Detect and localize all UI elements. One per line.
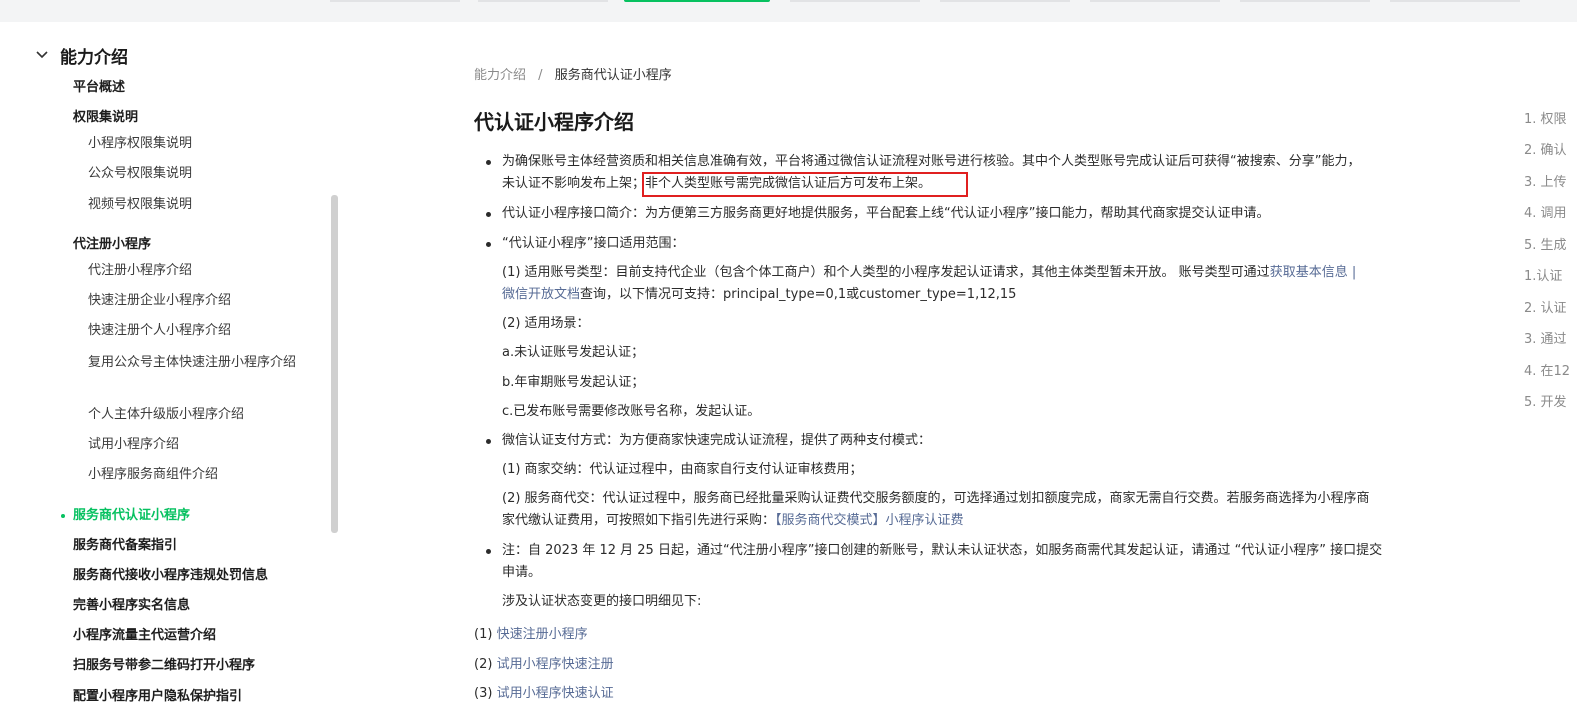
sidebar-item-platform-overview[interactable]: 平台概述	[73, 79, 125, 97]
active-dot-icon	[61, 514, 65, 518]
sidebar-item-proxy-verification[interactable]: 服务商代认证小程序	[61, 507, 191, 525]
bullet-dot-icon	[486, 439, 491, 444]
toc-item[interactable]: 3. 上传	[1524, 171, 1567, 190]
sidebar-item-violation-info[interactable]: 服务商代接收小程序违规处罚信息	[73, 567, 268, 585]
paragraph-notice: 注：自 2023 年 12 月 25 日起，通过“代注册小程序”接口创建的新账号…	[502, 540, 1442, 584]
breadcrumb-current: 服务商代认证小程序	[554, 68, 672, 83]
toc-item[interactable]: 2. 确认	[1524, 139, 1567, 158]
fast-register-link[interactable]: 快速注册小程序	[497, 627, 588, 642]
toc-item[interactable]: 2. 认证	[1524, 297, 1567, 316]
page-title: 代认证小程序介绍	[474, 110, 634, 134]
sidebar-item-miniprogram-permissions[interactable]: 小程序权限集说明	[88, 135, 192, 153]
sidebar-item-provider-components[interactable]: 小程序服务商组件介绍	[88, 466, 218, 484]
toc-item[interactable]: 1.认证	[1524, 265, 1562, 284]
text-line: 家代缴认证费用，可按照如下指引先进行采购：【服务商代交模式】小程序认证费	[502, 510, 1442, 532]
sidebar-item-reuse-official-account[interactable]: 复用公众号主体快速注册小程序介绍	[88, 352, 308, 373]
top-nav-strip	[0, 0, 1577, 22]
bullet-dot-icon	[486, 242, 491, 247]
top-tab-underline	[1240, 0, 1370, 2]
text-line: 微信开放文档查询，以下情况可支持：principal_type=0,1或cust…	[502, 284, 1442, 306]
list-item: (1) 快速注册小程序	[474, 624, 588, 646]
sidebar-section-toggle[interactable]: 能力介绍	[34, 44, 128, 68]
text-segment: 查询，以下情况可支持：principal_type=0,1或customer_t…	[580, 287, 1017, 302]
bullet-dot-icon	[486, 212, 491, 217]
provider-fee-link[interactable]: 【服务商代交模式】小程序认证费	[775, 513, 964, 528]
list-item: (2) 试用小程序快速注册	[474, 654, 614, 676]
top-tab-underline	[790, 0, 920, 2]
sidebar-item-channels-permissions[interactable]: 视频号权限集说明	[88, 196, 192, 214]
paragraph-api-intro: 代认证小程序接口简介：为方便第三方服务商更好地提供服务，平台配套上线“代认证小程…	[502, 206, 1270, 221]
bullet-dot-icon	[486, 549, 491, 554]
get-basic-info-link[interactable]: 获取基本信息 |	[1270, 265, 1357, 280]
top-tab-active-indicator	[624, 0, 770, 2]
sidebar-item-personal-upgrade[interactable]: 个人主体升级版小程序介绍	[88, 406, 244, 424]
top-tab-underline	[940, 0, 1070, 2]
toc-item[interactable]: 3. 通过	[1524, 328, 1567, 347]
sidebar-item-ad-operation[interactable]: 小程序流量主代运营介绍	[73, 627, 216, 645]
toc-item[interactable]: 5. 生成	[1524, 234, 1567, 253]
sidebar-item-permission-sets[interactable]: 权限集说明	[73, 109, 138, 127]
paragraph-account-types: (1) 适用账号类型：目前支持代企业（包含个体工商户）和个人类型的小程序发起认证…	[502, 262, 1442, 306]
wechat-open-docs-link[interactable]: 微信开放文档	[502, 287, 580, 302]
sidebar-item-proxy-register-intro[interactable]: 代注册小程序介绍	[88, 262, 192, 280]
toc-item[interactable]: 5. 开发	[1524, 391, 1567, 410]
sidebar-item-fast-register-enterprise[interactable]: 快速注册企业小程序介绍	[88, 292, 231, 310]
chevron-down-icon	[36, 51, 48, 59]
paragraph-api-list-intro: 涉及认证状态变更的接口明细见下:	[502, 594, 702, 609]
payment-provider: (2) 服务商代交：代认证过程中，服务商已经批量采购认证费代交服务额度的，可选择…	[502, 488, 1442, 532]
sidebar-item-fast-register-personal[interactable]: 快速注册个人小程序介绍	[88, 322, 231, 340]
top-tab-underline	[478, 0, 608, 2]
toc-item[interactable]: 4. 调用	[1524, 202, 1567, 221]
toc-item[interactable]: 1. 权限	[1524, 108, 1567, 127]
scenario-item: b.年审期账号发起认证；	[502, 375, 645, 390]
trial-fast-verify-link[interactable]: 试用小程序快速认证	[497, 686, 614, 701]
paragraph-api-scope: “代认证小程序”接口适用范围：	[502, 236, 685, 251]
top-tab-underline	[1390, 0, 1520, 2]
list-number: (3)	[474, 686, 493, 701]
scenario-item: a.未认证账号发起认证；	[502, 345, 645, 360]
bullet-dot-icon	[486, 160, 491, 165]
text-line: 申请。	[502, 565, 542, 580]
breadcrumb: 能力介绍 / 服务商代认证小程序	[474, 64, 672, 83]
sidebar-item-proxy-filing[interactable]: 服务商代备案指引	[73, 537, 177, 555]
highlight-annotation-box	[642, 172, 968, 197]
sidebar-item-official-account-permissions[interactable]: 公众号权限集说明	[88, 165, 192, 183]
payment-merchant: (1) 商家交纳：代认证过程中，由商家自行支付认证审核费用；	[502, 462, 863, 477]
breadcrumb-parent-link[interactable]: 能力介绍	[474, 68, 526, 83]
sidebar-scrollbar[interactable]	[331, 195, 338, 533]
sidebar-item-trial-miniprogram[interactable]: 试用小程序介绍	[88, 436, 179, 454]
paragraph-payment-methods: 微信认证支付方式：为方便商家快速完成认证流程，提供了两种支付模式：	[502, 433, 932, 448]
sidebar-item-privacy-guide[interactable]: 配置小程序用户隐私保护指引	[73, 688, 242, 706]
sidebar-item-proxy-register[interactable]: 代注册小程序	[73, 236, 151, 254]
list-item: (3) 试用小程序快速认证	[474, 683, 614, 705]
text-segment: (1) 适用账号类型：目前支持代企业（包含个体工商户）和个人类型的小程序发起认证…	[502, 265, 1270, 280]
sidebar-section-title: 能力介绍	[60, 47, 128, 68]
text-segment: 未认证不影响发布上架	[502, 176, 633, 191]
sidebar-item-real-name-info[interactable]: 完善小程序实名信息	[73, 597, 190, 615]
paragraph-scenarios: (2) 适用场景：	[502, 316, 590, 331]
text-segment: 家代缴认证费用，可按照如下指引先进行采购：	[502, 513, 776, 528]
toc-item[interactable]: 4. 在12	[1524, 360, 1570, 379]
top-tab-underline	[330, 0, 460, 2]
breadcrumb-separator: /	[538, 68, 543, 83]
text-line: (1) 适用账号类型：目前支持代企业（包含个体工商户）和个人类型的小程序发起认证…	[502, 262, 1442, 284]
text-line: 注：自 2023 年 12 月 25 日起，通过“代注册小程序”接口创建的新账号…	[502, 543, 1383, 558]
sidebar-item-label: 服务商代认证小程序	[73, 508, 191, 523]
sidebar-item-qrcode-open[interactable]: 扫服务号带参二维码打开小程序	[73, 657, 255, 675]
trial-fast-register-link[interactable]: 试用小程序快速注册	[497, 657, 614, 672]
list-number: (2)	[474, 657, 493, 672]
list-number: (1)	[474, 627, 493, 642]
text-line: (2) 服务商代交：代认证过程中，服务商已经批量采购认证费代交服务额度的，可选择…	[502, 491, 1370, 506]
top-tab-underline	[1090, 0, 1220, 2]
text-line: 为确保账号主体经营资质和相关信息准确有效，平台将通过微信认证流程对账号进行核验。…	[502, 154, 1361, 169]
scenario-item: c.已发布账号需要修改账号名称，发起认证。	[502, 404, 761, 419]
